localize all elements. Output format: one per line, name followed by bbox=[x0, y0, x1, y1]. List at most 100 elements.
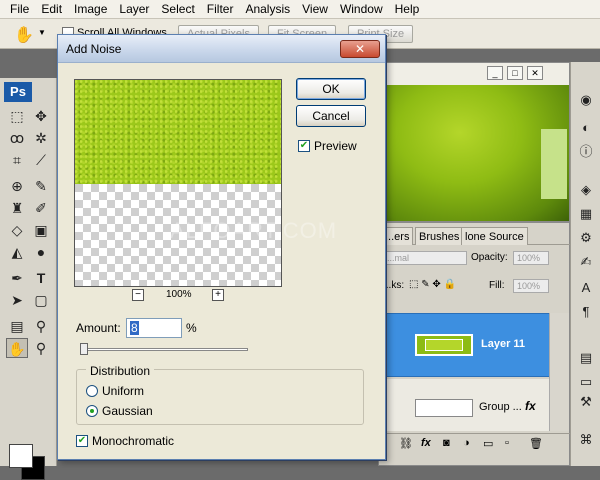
fx-icon[interactable]: fx bbox=[525, 399, 536, 413]
tab-clone-source[interactable]: lone Source bbox=[461, 227, 528, 245]
clone-stamp-tool-icon[interactable]: ♜ bbox=[6, 198, 28, 218]
histogram-panel-icon[interactable]: ◐ bbox=[575, 118, 597, 138]
eyedropper-tool-icon[interactable]: ⚲ bbox=[30, 316, 52, 336]
add-style-icon[interactable]: fx bbox=[421, 437, 431, 449]
actions-panel-icon[interactable]: ▭ bbox=[575, 372, 597, 392]
ok-button[interactable]: OK bbox=[296, 78, 366, 100]
layer-comps-panel-icon[interactable]: ▤ bbox=[575, 348, 597, 368]
group-layer-name[interactable]: Group ... bbox=[479, 401, 522, 413]
brush-tool-icon[interactable]: ✎ bbox=[30, 176, 52, 196]
lock-label: ...ks: bbox=[383, 280, 405, 291]
notes-tool-icon[interactable]: ▤ bbox=[6, 316, 28, 336]
marquee-tool-icon[interactable]: ⬚ bbox=[6, 106, 28, 126]
type-tool-icon[interactable]: T bbox=[30, 268, 52, 288]
menu-file[interactable]: File bbox=[4, 0, 35, 18]
hand-tool-button-icon[interactable]: ✋ bbox=[6, 338, 28, 358]
menu-help[interactable]: Help bbox=[389, 0, 426, 18]
menu-select[interactable]: Select bbox=[155, 0, 200, 18]
minimize-icon[interactable]: _ bbox=[487, 66, 503, 80]
layer-thumbnail-inner bbox=[425, 339, 463, 351]
add-mask-icon[interactable]: ◙ bbox=[443, 437, 450, 449]
uniform-label: Uniform bbox=[102, 384, 145, 398]
menu-analysis[interactable]: Analysis bbox=[239, 0, 296, 18]
amount-input[interactable]: 8 bbox=[126, 318, 182, 338]
toolbox: Ps ⬚ ✥ ꝏ ✲ ⌗ ⟋ ⊕ ✎ ♜ ✐ ◇ ▣ ◭ ● ✒ T ➤ ▢ ▤… bbox=[0, 78, 57, 480]
menu-image[interactable]: Image bbox=[68, 0, 113, 18]
tool-preset-dropdown-icon[interactable]: ▼ bbox=[38, 28, 46, 37]
layers-panel: ...ers Brushes lone Source ...mal Opacit… bbox=[378, 222, 571, 466]
menu-bar: File Edit Image Layer Select Filter Anal… bbox=[0, 0, 600, 19]
amount-slider-thumb[interactable] bbox=[80, 343, 88, 355]
gaussian-radio-dot bbox=[90, 409, 94, 413]
menu-filter[interactable]: Filter bbox=[201, 0, 240, 18]
layer-row-selected[interactable]: Layer 11 bbox=[379, 313, 549, 377]
gradient-tool-icon[interactable]: ▣ bbox=[30, 220, 52, 240]
menu-view[interactable]: View bbox=[296, 0, 334, 18]
info-panel-icon[interactable]: ⓘ bbox=[575, 142, 597, 162]
pen-tool-icon[interactable]: ✒ bbox=[6, 268, 28, 288]
layers-scrollbar[interactable] bbox=[549, 313, 569, 431]
crop-tool-icon[interactable]: ⌗ bbox=[6, 150, 28, 170]
maximize-icon[interactable]: □ bbox=[507, 66, 523, 80]
styles-panel-icon[interactable]: ⚙ bbox=[575, 228, 597, 248]
layers-panel-tabs: ...ers Brushes lone Source bbox=[379, 227, 571, 245]
filter-preview[interactable] bbox=[74, 79, 282, 287]
adjustment-layer-icon[interactable]: ◑ bbox=[463, 437, 470, 449]
lock-icons[interactable]: ⬚ ✎ ✥ 🔒 bbox=[409, 279, 456, 290]
eraser-tool-icon[interactable]: ◇ bbox=[6, 220, 28, 240]
lasso-tool-icon[interactable]: ꝏ bbox=[6, 128, 28, 148]
fill-input[interactable]: 100% bbox=[513, 279, 549, 293]
magic-wand-tool-icon[interactable]: ✲ bbox=[30, 128, 52, 148]
zoom-tool-icon[interactable]: ⚲ bbox=[30, 338, 52, 358]
dialog-title: Add Noise bbox=[66, 42, 122, 56]
distribution-label: Distribution bbox=[86, 364, 155, 378]
layer-name[interactable]: Layer 11 bbox=[481, 338, 525, 350]
close-icon[interactable]: ✕ bbox=[340, 40, 380, 58]
uniform-radio[interactable] bbox=[86, 385, 98, 397]
move-tool-icon[interactable]: ✥ bbox=[30, 106, 52, 126]
delete-layer-icon[interactable]: 🗑 bbox=[529, 437, 543, 450]
path-selection-tool-icon[interactable]: ➤ bbox=[6, 290, 28, 310]
foreground-color-swatch[interactable] bbox=[9, 444, 33, 468]
history-brush-tool-icon[interactable]: ✐ bbox=[30, 198, 52, 218]
zoom-in-button[interactable]: + bbox=[212, 289, 224, 301]
gaussian-radio[interactable] bbox=[86, 405, 98, 417]
brushes-panel-icon[interactable]: ✍ bbox=[575, 252, 597, 272]
color-panel-icon[interactable]: ◈ bbox=[575, 180, 597, 200]
hand-tool-icon[interactable]: ✋ bbox=[14, 25, 34, 45]
group-thumbnail bbox=[415, 399, 473, 417]
menu-layer[interactable]: Layer bbox=[113, 0, 155, 18]
blend-mode-select[interactable]: ...mal bbox=[383, 251, 467, 265]
opacity-input[interactable]: 100% bbox=[513, 251, 549, 265]
tab-brushes[interactable]: Brushes bbox=[415, 227, 464, 245]
amount-unit: % bbox=[186, 321, 197, 335]
fill-label: Fill: bbox=[489, 280, 505, 291]
close-window-icon[interactable]: ✕ bbox=[527, 66, 543, 80]
zoom-out-button[interactable]: − bbox=[132, 289, 144, 301]
healing-brush-tool-icon[interactable]: ⊕ bbox=[6, 176, 28, 196]
channels-panel-icon[interactable]: ⌘ bbox=[575, 430, 597, 450]
cancel-button[interactable]: Cancel bbox=[296, 105, 366, 127]
paragraph-panel-icon[interactable]: ¶ bbox=[575, 302, 597, 322]
layer-row-group[interactable]: Group ... fx bbox=[379, 379, 549, 431]
new-layer-icon[interactable]: ▫ bbox=[505, 437, 509, 449]
opacity-label: Opacity: bbox=[471, 252, 508, 263]
swatches-panel-icon[interactable]: ▦ bbox=[575, 204, 597, 224]
blur-tool-icon[interactable]: ◭ bbox=[6, 242, 28, 262]
preview-checkbox[interactable]: ✔ bbox=[298, 140, 310, 152]
navigator-panel-icon[interactable]: ◉ bbox=[575, 90, 597, 110]
monochromatic-checkbox[interactable]: ✔ bbox=[76, 435, 88, 447]
gaussian-label: Gaussian bbox=[102, 404, 153, 418]
tools-panel-icon[interactable]: ⚒ bbox=[575, 392, 597, 412]
amount-slider-track[interactable] bbox=[80, 348, 248, 351]
menu-edit[interactable]: Edit bbox=[35, 0, 68, 18]
dialog-titlebar[interactable]: Add Noise ✕ bbox=[58, 35, 385, 63]
character-panel-icon[interactable]: A bbox=[575, 278, 597, 298]
menu-window[interactable]: Window bbox=[334, 0, 389, 18]
shape-tool-icon[interactable]: ▢ bbox=[30, 290, 52, 310]
dodge-tool-icon[interactable]: ● bbox=[30, 242, 52, 262]
panel-icon-strip: ◉ ◐ ⓘ ◈ ▦ ⚙ ✍ A ¶ ▤ ▭ ⚒ ⌘ bbox=[570, 62, 600, 466]
slice-tool-icon[interactable]: ⟋ bbox=[30, 150, 52, 170]
link-layers-icon[interactable]: ⛓ bbox=[399, 437, 413, 450]
new-group-icon[interactable]: ▭ bbox=[483, 437, 493, 450]
